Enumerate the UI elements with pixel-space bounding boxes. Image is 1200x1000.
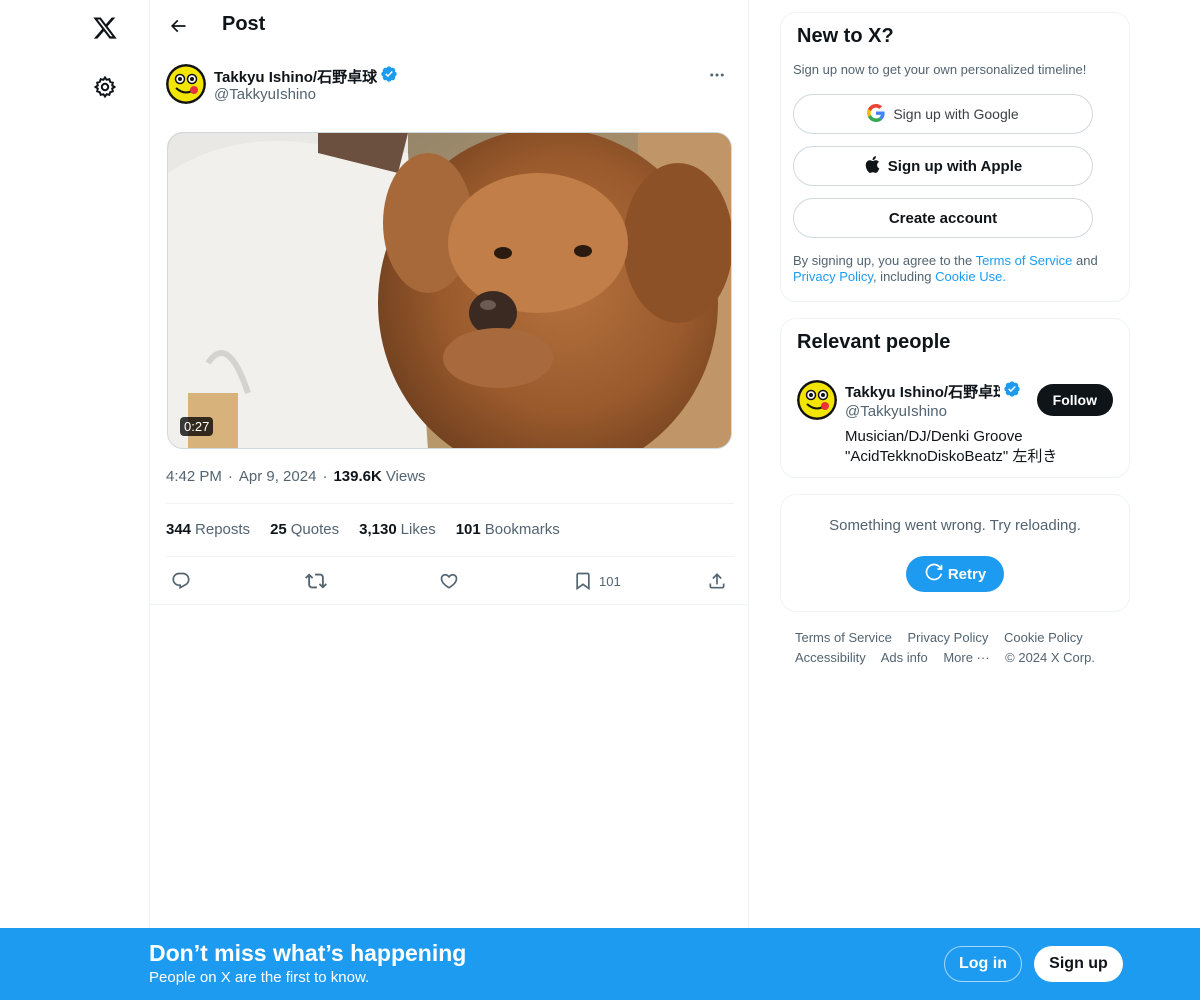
author-name[interactable]: Takkyu Ishino/石野卓球 bbox=[214, 66, 377, 87]
page-header: Post bbox=[150, 0, 750, 53]
relevant-person-name[interactable]: Takkyu Ishino/石野卓球 bbox=[845, 381, 1000, 402]
footer-link-ads[interactable]: Ads info bbox=[881, 650, 928, 665]
main-column: Post Takkyu Ishino/石野卓球 @TakkyuIshino 0:… bbox=[149, 0, 749, 1000]
legal-and: and bbox=[1072, 253, 1098, 268]
relevant-person-handle[interactable]: @TakkyuIshino bbox=[845, 403, 947, 420]
more-options-icon[interactable] bbox=[700, 62, 734, 88]
quotes-stat[interactable]: 25 Quotes bbox=[270, 521, 339, 538]
likes-stat[interactable]: 3,130 Likes bbox=[359, 521, 436, 538]
separator-dot: · bbox=[227, 468, 233, 485]
error-card: Something went wrong. Try reloading. Ret… bbox=[780, 494, 1130, 612]
like-icon[interactable] bbox=[439, 566, 459, 596]
page-title: Post bbox=[222, 13, 266, 35]
bookmarks-stat[interactable]: 101 Bookmarks bbox=[456, 521, 560, 538]
author-name-row: Takkyu Ishino/石野卓球 bbox=[214, 65, 398, 88]
relevant-people-card: Relevant people Takkyu Ishino/石野卓球 @Takk… bbox=[780, 318, 1130, 478]
footer-link-privacy[interactable]: Privacy Policy bbox=[907, 630, 988, 645]
bottom-bar-subtitle: People on X are the first to know. bbox=[149, 969, 370, 986]
footer-links: Terms of Service Privacy Policy Cookie P… bbox=[795, 628, 1125, 668]
post-actions: 101 bbox=[166, 566, 734, 596]
repost-icon[interactable] bbox=[305, 566, 327, 596]
post-time[interactable]: 4:42 PM bbox=[166, 468, 222, 485]
sign-up-apple-label: Sign up with Apple bbox=[887, 157, 1023, 175]
post-video[interactable]: 0:27 bbox=[167, 132, 732, 449]
views-label: Views bbox=[385, 468, 426, 485]
views-count: 139.6K bbox=[333, 468, 382, 485]
cookie-link[interactable]: Cookie Use. bbox=[935, 269, 1006, 284]
bookmark-icon[interactable]: 101 bbox=[573, 566, 621, 596]
share-icon[interactable] bbox=[707, 566, 727, 596]
create-account-label: Create account bbox=[888, 209, 998, 227]
retry-label: Retry bbox=[947, 565, 987, 583]
post-date[interactable]: Apr 9, 2024 bbox=[239, 468, 317, 485]
arrow-left-icon[interactable] bbox=[160, 8, 196, 44]
bottom-signup-bar: Don’t miss what’s happening People on X … bbox=[0, 928, 1200, 1000]
x-logo-icon[interactable] bbox=[80, 3, 130, 53]
card-title: Relevant people bbox=[797, 331, 951, 353]
apple-icon bbox=[864, 155, 880, 178]
create-account-button[interactable]: Create account bbox=[793, 198, 1093, 238]
reply-icon[interactable] bbox=[171, 566, 191, 596]
footer-link-accessibility[interactable]: Accessibility bbox=[795, 650, 866, 665]
card-subtitle: Sign up now to get your own personalized… bbox=[793, 62, 1087, 77]
sign-up-google-button[interactable]: Sign up with Google bbox=[793, 94, 1093, 134]
post-author: Takkyu Ishino/石野卓球 @TakkyuIshino bbox=[166, 64, 734, 108]
legal-text: By signing up, you agree to the Terms of… bbox=[793, 253, 1113, 285]
avatar[interactable] bbox=[797, 380, 837, 420]
terms-link[interactable]: Terms of Service bbox=[976, 253, 1073, 268]
footer-link-terms[interactable]: Terms of Service bbox=[795, 630, 892, 645]
divider bbox=[150, 604, 748, 605]
video-thumbnail bbox=[168, 133, 731, 448]
legal-including: , including bbox=[872, 269, 936, 284]
post-meta: 4:42 PM · Apr 9, 2024 · 139.6K Views bbox=[166, 468, 426, 485]
footer-link-cookie[interactable]: Cookie Policy bbox=[1004, 630, 1083, 645]
legal-prefix: By signing up, you agree to the bbox=[793, 253, 976, 268]
log-in-button[interactable]: Log in bbox=[944, 946, 1022, 982]
bottom-bar-title: Don’t miss what’s happening bbox=[149, 940, 467, 966]
footer-link-more[interactable]: More ··· bbox=[943, 650, 989, 665]
sign-up-apple-button[interactable]: Sign up with Apple bbox=[793, 146, 1093, 186]
copyright: © 2024 X Corp. bbox=[1005, 650, 1095, 665]
privacy-link[interactable]: Privacy Policy bbox=[793, 269, 873, 284]
relevant-name-row: Takkyu Ishino/石野卓球 bbox=[845, 380, 1021, 403]
reposts-stat[interactable]: 344 Reposts bbox=[166, 521, 250, 538]
relevant-person-bio: Musician/DJ/Denki Groove "AcidTekknoDisk… bbox=[845, 428, 1058, 465]
video-duration: 0:27 bbox=[180, 417, 214, 436]
google-icon bbox=[867, 103, 885, 125]
author-handle[interactable]: @TakkyuIshino bbox=[214, 86, 316, 103]
bookmark-count: 101 bbox=[599, 573, 621, 589]
post-stats: 344 Reposts 25 Quotes 3,130 Likes 101 Bookma… bbox=[166, 521, 560, 538]
left-nav bbox=[0, 0, 150, 1000]
divider bbox=[166, 503, 734, 504]
follow-button[interactable]: Follow bbox=[1036, 384, 1113, 416]
error-message: Something went wrong. Try reloading. bbox=[829, 517, 1081, 534]
card-title: New to X? bbox=[797, 25, 894, 47]
verified-badge-icon bbox=[1003, 380, 1021, 403]
divider bbox=[166, 556, 734, 557]
sign-up-button[interactable]: Sign up bbox=[1034, 946, 1123, 982]
gear-icon[interactable] bbox=[80, 62, 130, 112]
refresh-icon bbox=[924, 562, 944, 586]
sign-up-google-label: Sign up with Google bbox=[893, 106, 1019, 122]
verified-badge-icon bbox=[380, 65, 398, 88]
new-to-x-card: New to X? Sign up now to get your own pe… bbox=[780, 12, 1130, 302]
retry-button[interactable]: Retry bbox=[906, 556, 1004, 592]
avatar[interactable] bbox=[166, 64, 206, 104]
separator-dot: · bbox=[322, 468, 328, 485]
